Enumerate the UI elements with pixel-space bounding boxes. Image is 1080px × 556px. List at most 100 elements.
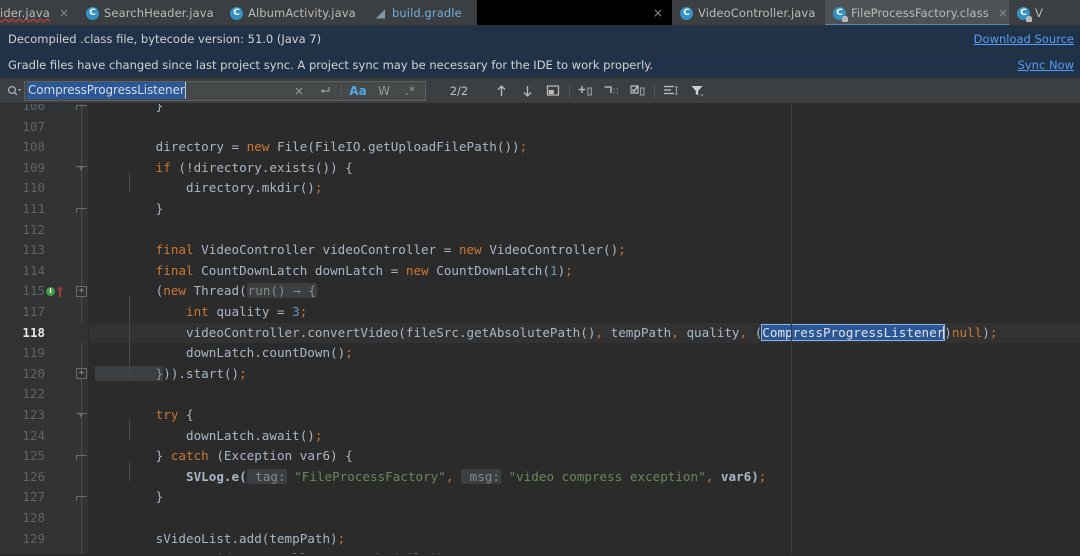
code-token: quality: [679, 325, 740, 340]
code-line: })).start();: [95, 364, 247, 385]
java-compiled-class-icon: C: [1017, 7, 1030, 20]
code-token: ,: [740, 325, 748, 340]
close-icon[interactable]: ×: [651, 7, 665, 19]
fold-collapse-icon[interactable]: [76, 410, 87, 421]
divider: [341, 84, 342, 98]
override-method-gutter-icon[interactable]: I: [46, 281, 63, 302]
code-token: tempPath: [603, 325, 671, 340]
fold-region-end-icon[interactable]: [76, 104, 87, 110]
code-token: [95, 304, 186, 319]
editor-code-area[interactable]: } directory = new File(FileIO.getUploadF…: [89, 104, 1080, 554]
code-token: final: [156, 263, 202, 278]
line-number: 124: [22, 426, 45, 447]
editor-tab-albumactivity-java[interactable]: CAlbumActivity.java×: [222, 0, 366, 26]
code-token: (: [747, 325, 762, 340]
select-all-occurrences-icon[interactable]: [540, 80, 566, 102]
editor-tab-vider-java[interactable]: Cvider.java×: [0, 0, 78, 26]
fold-expand-icon[interactable]: +: [76, 368, 87, 379]
implements-marker-icon[interactable]: I: [46, 287, 55, 296]
editor-fold-strip[interactable]: ++: [75, 104, 89, 554]
code-token: catch: [171, 448, 209, 463]
editor-tab-build-gradle[interactable]: ◢build.gradle×: [366, 0, 477, 26]
code-token: try: [156, 407, 179, 422]
java-class-icon: C: [86, 7, 99, 20]
code-token: [713, 469, 721, 484]
toggle-selection-icon[interactable]: [625, 80, 651, 102]
code-token: [453, 469, 461, 484]
code-editor[interactable]: 106107108109110111112113114115I117118119…: [0, 104, 1080, 554]
code-token: directory =: [95, 139, 247, 154]
code-token: new: [247, 139, 277, 154]
whole-words-toggle[interactable]: W: [371, 80, 397, 102]
line-number: 109: [22, 158, 45, 179]
code-token: ): [982, 325, 990, 340]
editor-tab-label: FileProcessFactory.class: [851, 6, 989, 20]
search-input[interactable]: CompressProgressListener × Aa W .*: [24, 81, 426, 101]
regex-toggle[interactable]: .*: [397, 80, 423, 102]
line-number: 106: [22, 104, 45, 117]
code-line: return videoController.getCachedFile();: [95, 549, 451, 554]
add-selection-icon[interactable]: [573, 80, 599, 102]
line-number: 111: [22, 199, 45, 220]
line-number: 114: [22, 261, 45, 282]
code-token: [95, 407, 156, 422]
line-number: 112: [22, 220, 45, 241]
code-token: (!directory.exists()) {: [171, 160, 353, 175]
line-number: 122: [22, 384, 45, 405]
code-line: }: [95, 487, 163, 508]
filter-icon[interactable]: [684, 80, 710, 102]
fold-expand-icon[interactable]: +: [76, 286, 87, 297]
editor-tab-label: SearchHeader.java: [104, 6, 214, 20]
code-line: } catch (Exception var6) {: [95, 446, 353, 467]
code-token: ;: [315, 428, 323, 443]
search-history-icon[interactable]: [312, 80, 338, 102]
sync-now-link[interactable]: Sync Now: [1018, 58, 1074, 72]
fold-region-end-icon[interactable]: [76, 492, 87, 501]
right-margin-guide: [791, 104, 792, 554]
editor-tab-searchheader-java[interactable]: CSearchHeader.java×: [78, 0, 222, 26]
match-case-toggle[interactable]: Aa: [345, 80, 371, 102]
remove-selection-icon[interactable]: [599, 80, 625, 102]
search-icon[interactable]: [4, 85, 24, 97]
overridden-marker-icon[interactable]: [56, 286, 63, 297]
code-token: [501, 469, 509, 484]
code-token: tag:: [247, 469, 287, 484]
code-line: downLatch.countDown();: [95, 343, 353, 364]
code-token: [95, 263, 156, 278]
code-token: quality =: [216, 304, 292, 319]
open-in-find-window-icon[interactable]: [658, 80, 684, 102]
close-icon[interactable]: ×: [57, 7, 71, 19]
decompiled-notice-bar: Decompiled .class file, bytecode version…: [0, 26, 1080, 52]
editor-tab-fileprocessfactory-class[interactable]: CFileProcessFactory.class×: [825, 0, 1009, 26]
fold-region-end-icon[interactable]: [76, 451, 87, 460]
close-icon[interactable]: ×: [996, 7, 1010, 19]
fold-region-end-icon[interactable]: [76, 204, 87, 213]
code-token: ,: [671, 325, 679, 340]
indent-guide: [129, 172, 130, 193]
divider: [569, 84, 570, 98]
download-source-link[interactable]: Download Source: [974, 32, 1074, 46]
find-previous-icon[interactable]: [488, 80, 514, 102]
fold-collapse-icon[interactable]: [76, 163, 87, 174]
code-token: sVideoList.add(tempPath): [95, 531, 338, 546]
editor-tab-v[interactable]: CV×: [1009, 0, 1049, 26]
gradle-sync-notice-text: Gradle files have changed since last pro…: [8, 58, 653, 72]
find-next-icon[interactable]: [514, 80, 540, 102]
find-toolbar: CompressProgressListener × Aa W .* 2/2: [0, 78, 1080, 104]
clear-search-icon[interactable]: ×: [286, 80, 312, 102]
line-number: 119: [22, 343, 45, 364]
code-token: ;: [345, 345, 353, 360]
editor-gutter[interactable]: 106107108109110111112113114115I117118119…: [0, 104, 75, 554]
editor-tab-redacted[interactable]: ×: [477, 0, 672, 26]
java-class-icon: C: [230, 7, 243, 20]
code-token: ): [944, 325, 952, 340]
code-token: ;: [520, 139, 528, 154]
editor-tab-videocontroller-java[interactable]: CVideoController.java×: [672, 0, 825, 26]
code-token: downLatch.await(): [95, 428, 315, 443]
editor-tab-label: AlbumActivity.java: [248, 6, 356, 20]
indent-guide: [129, 461, 130, 482]
code-token: ;: [338, 531, 346, 546]
search-match-highlight[interactable]: CompressProgressListener: [762, 325, 944, 340]
code-token: VideoController(): [489, 242, 618, 257]
indent-guide: [129, 419, 130, 440]
